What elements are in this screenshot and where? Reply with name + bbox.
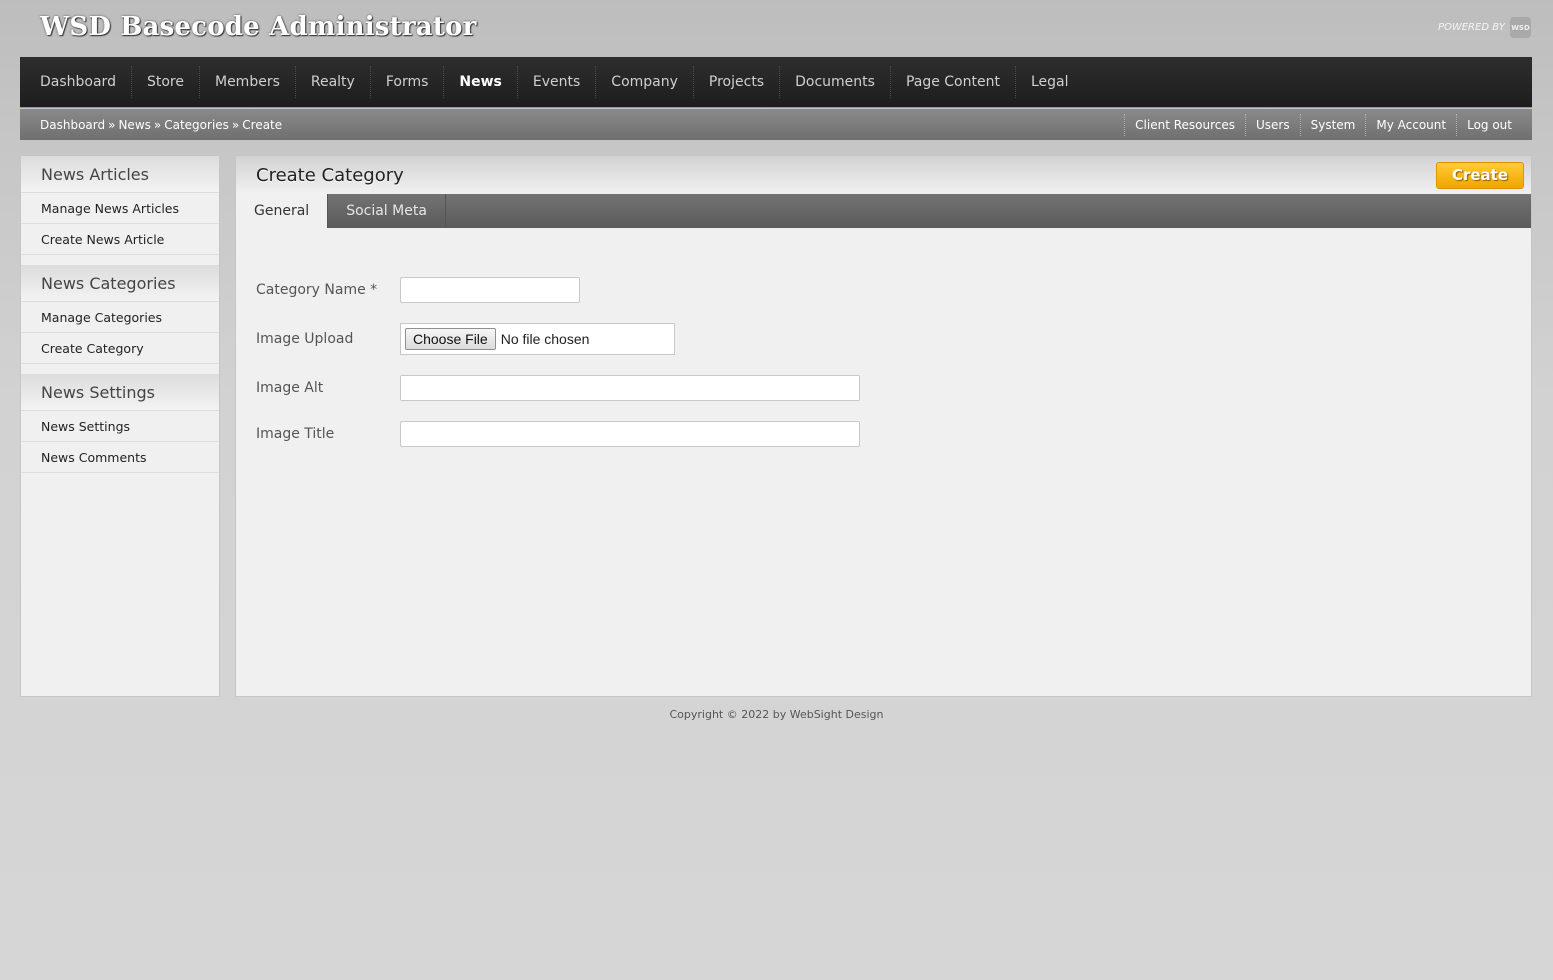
image-alt-label: Image Alt bbox=[256, 380, 324, 396]
sidebar: News Articles Manage News Articles Creat… bbox=[20, 155, 220, 697]
nav-item-members[interactable]: Members bbox=[198, 66, 295, 98]
util-log-out[interactable]: Log out bbox=[1456, 113, 1522, 136]
sidebar-link-manage-news-articles[interactable]: Manage News Articles bbox=[21, 193, 219, 224]
powered-by-label: POWERED BY bbox=[1437, 22, 1505, 33]
sidebar-heading-news-categories: News Categories bbox=[21, 265, 219, 302]
util-system[interactable]: System bbox=[1299, 113, 1366, 136]
main-panel: Create Category Create General Social Me… bbox=[235, 155, 1532, 697]
footer-copyright: Copyright © 2022 by WebSight Design bbox=[669, 708, 884, 721]
nav-item-page-content[interactable]: Page Content bbox=[889, 66, 1015, 98]
nav-item-realty[interactable]: Realty bbox=[294, 66, 370, 98]
breadcrumb-news[interactable]: News bbox=[118, 118, 150, 132]
no-file-text: No file chosen bbox=[500, 331, 590, 347]
util-client-resources[interactable]: Client Resources bbox=[1124, 113, 1245, 136]
image-title-label: Image Title bbox=[256, 426, 335, 442]
tab-bar: General Social Meta bbox=[236, 194, 1531, 228]
page-title: Create Category bbox=[256, 164, 404, 186]
util-users[interactable]: Users bbox=[1245, 113, 1300, 136]
utility-nav: Client Resources Users System My Account… bbox=[1124, 113, 1522, 136]
nav-item-documents[interactable]: Documents bbox=[779, 66, 890, 98]
nav-item-events[interactable]: Events bbox=[516, 66, 595, 98]
nav-item-news[interactable]: News bbox=[443, 66, 516, 98]
choose-file-button[interactable]: Choose File bbox=[405, 328, 496, 350]
nav-item-forms[interactable]: Forms bbox=[369, 66, 444, 98]
breadcrumb-separator: » bbox=[108, 117, 116, 132]
tab-general[interactable]: General bbox=[236, 194, 329, 228]
category-form: Category Name * Image Upload Choose File… bbox=[236, 228, 1531, 447]
sidebar-link-create-category[interactable]: Create Category bbox=[21, 333, 219, 364]
main-nav: Dashboard Store Members Realty Forms New… bbox=[20, 57, 1532, 108]
sidebar-heading-news-settings: News Settings bbox=[21, 374, 219, 411]
tab-social-meta[interactable]: Social Meta bbox=[328, 194, 446, 228]
image-title-input[interactable] bbox=[400, 421, 860, 447]
util-my-account[interactable]: My Account bbox=[1365, 113, 1456, 136]
breadcrumb-create: Create bbox=[242, 117, 283, 132]
breadcrumb-separator: » bbox=[231, 117, 240, 132]
row-category-name: Category Name * bbox=[256, 277, 1531, 303]
row-image-upload: Image Upload Choose File No file chosen bbox=[256, 323, 1531, 355]
image-upload-label: Image Upload bbox=[256, 331, 354, 347]
row-image-alt: Image Alt bbox=[256, 375, 1531, 401]
category-name-label: Category Name * bbox=[256, 282, 378, 298]
sidebar-link-news-comments[interactable]: News Comments bbox=[21, 442, 219, 473]
row-image-title: Image Title bbox=[256, 421, 1531, 447]
breadcrumb: Dashboard » News » Categories » Create bbox=[40, 118, 282, 132]
nav-item-company[interactable]: Company bbox=[595, 66, 693, 98]
nav-item-legal[interactable]: Legal bbox=[1014, 66, 1084, 98]
sidebar-link-create-news-article[interactable]: Create News Article bbox=[21, 224, 219, 255]
image-alt-input[interactable] bbox=[400, 375, 860, 401]
nav-item-store[interactable]: Store bbox=[130, 66, 199, 98]
breadcrumb-categories[interactable]: Categories bbox=[164, 118, 229, 132]
breadcrumb-dashboard[interactable]: Dashboard bbox=[40, 118, 105, 132]
image-upload-input[interactable]: Choose File No file chosen bbox=[400, 323, 675, 355]
breadcrumb-separator: » bbox=[153, 117, 162, 132]
sidebar-link-manage-categories[interactable]: Manage Categories bbox=[21, 302, 219, 333]
sub-bar: Dashboard » News » Categories » Create C… bbox=[20, 109, 1532, 140]
nav-item-dashboard[interactable]: Dashboard bbox=[25, 66, 131, 98]
wsd-logo-icon[interactable]: WSD bbox=[1510, 17, 1531, 38]
create-button[interactable]: Create bbox=[1436, 161, 1524, 189]
app-title: WSD Basecode Administrator bbox=[40, 12, 477, 42]
nav-item-projects[interactable]: Projects bbox=[692, 66, 779, 98]
category-name-input[interactable] bbox=[400, 277, 580, 303]
powered-by: POWERED BY WSD bbox=[1438, 17, 1531, 38]
sidebar-heading-news-articles: News Articles bbox=[21, 156, 219, 193]
sidebar-link-news-settings[interactable]: News Settings bbox=[21, 411, 219, 442]
panel-header: Create Category Create bbox=[236, 156, 1531, 194]
